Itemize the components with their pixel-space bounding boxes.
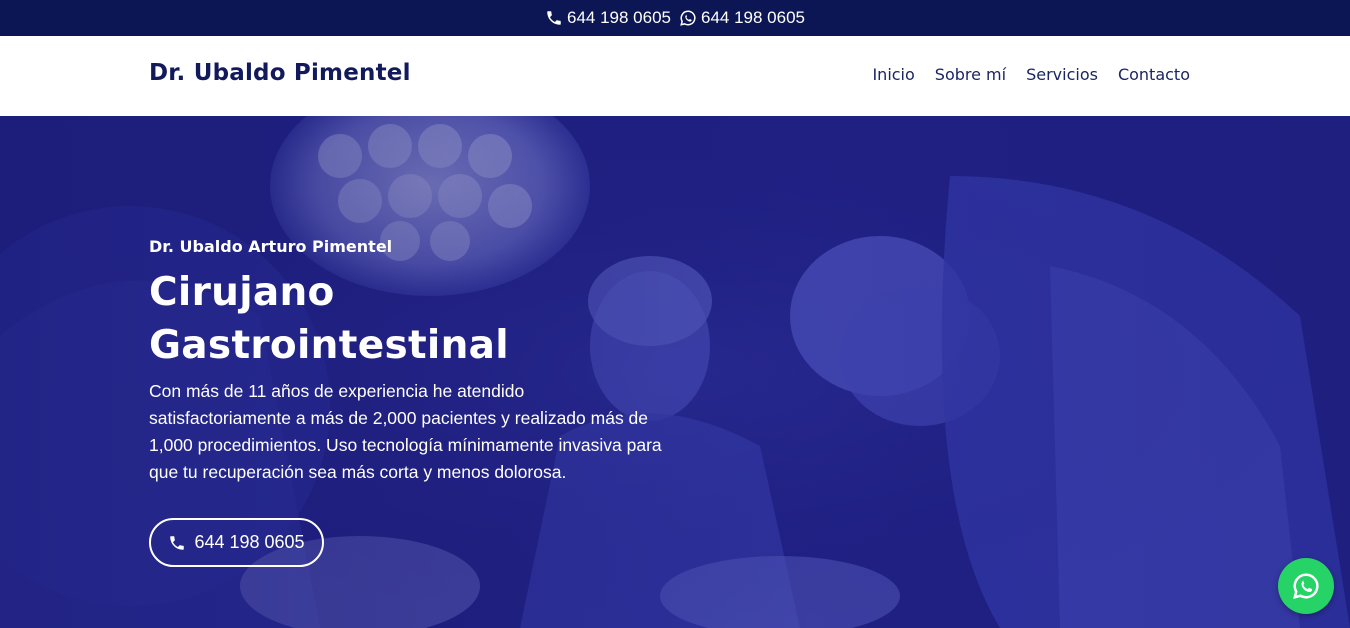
topbar-phone[interactable]: 644 198 0605 bbox=[545, 8, 671, 28]
nav-item-contacto[interactable]: Contacto bbox=[1118, 65, 1190, 84]
phone-icon bbox=[545, 9, 563, 27]
site-logo[interactable]: Dr. Ubaldo Pimentel bbox=[149, 60, 411, 86]
call-button-label: 644 198 0605 bbox=[194, 532, 305, 552]
topbar-whatsapp[interactable]: 644 198 0605 bbox=[679, 8, 805, 28]
hero-section: Dr. Ubaldo Arturo Pimentel Cirujano Gast… bbox=[0, 116, 1350, 628]
hero-subtitle: Dr. Ubaldo Arturo Pimentel bbox=[149, 237, 393, 256]
whatsapp-icon bbox=[679, 9, 697, 27]
nav-item-inicio[interactable]: Inicio bbox=[872, 65, 914, 84]
hero-title-line1: Cirujano bbox=[149, 270, 335, 315]
main-nav: Inicio Sobre mí Servicios Contacto bbox=[852, 65, 1190, 84]
nav-item-servicios[interactable]: Servicios bbox=[1026, 65, 1098, 84]
nav-item-sobre-mi[interactable]: Sobre mí bbox=[935, 65, 1006, 84]
whatsapp-icon bbox=[1292, 573, 1319, 600]
topbar-whatsapp-number: 644 198 0605 bbox=[701, 8, 805, 27]
hero-description: Con más de 11 años de experiencia he ate… bbox=[149, 381, 662, 482]
topbar-phone-number: 644 198 0605 bbox=[567, 8, 671, 27]
hero-title-line2: Gastrointestinal bbox=[149, 323, 509, 368]
phone-icon bbox=[168, 534, 186, 552]
hero-content: Dr. Ubaldo Arturo Pimentel Cirujano Gast… bbox=[149, 237, 689, 486]
call-button[interactable]: 644 198 0605 bbox=[149, 518, 324, 567]
whatsapp-float-button[interactable] bbox=[1278, 558, 1334, 614]
site-header: Dr. Ubaldo Pimentel Inicio Sobre mí Serv… bbox=[0, 36, 1350, 116]
hero-title: Cirujano Gastrointestinal bbox=[149, 266, 689, 372]
top-contact-bar: 644 198 0605 644 198 0605 bbox=[0, 0, 1350, 36]
